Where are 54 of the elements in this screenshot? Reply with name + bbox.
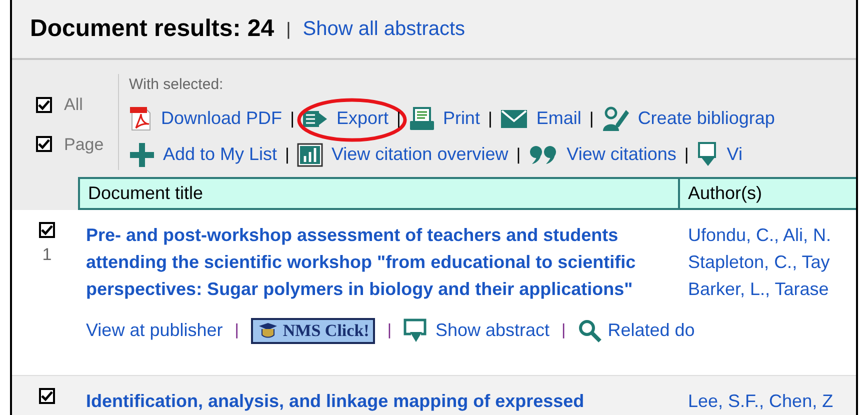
envelope-icon xyxy=(500,108,528,128)
checkbox-label: All xyxy=(64,94,83,116)
nms-click-button[interactable]: NMS Click! xyxy=(250,318,376,344)
author-names[interactable]: Lee, S.F., Chen, Z xyxy=(688,388,856,415)
author-names[interactable]: Stapleton, C., Tay xyxy=(688,249,856,276)
person-pencil-icon xyxy=(602,106,630,132)
toolbar-link[interactable]: View citations xyxy=(528,141,676,168)
author-names[interactable]: Ufondu, C., Ali, N. xyxy=(688,222,856,250)
toolbar-link[interactable]: Create bibliograp xyxy=(602,105,775,132)
document-title-link[interactable]: Identification, analysis, and linkage mapping of expressed xyxy=(86,388,640,415)
column-header[interactable]: Author(s) xyxy=(680,177,856,210)
bar-chart-icon xyxy=(297,142,324,166)
separator: | xyxy=(684,144,689,166)
pdf-icon xyxy=(129,106,153,132)
plus-icon xyxy=(129,142,155,168)
checkbox[interactable] xyxy=(36,96,52,113)
download-icon xyxy=(696,142,719,168)
abstract-icon xyxy=(403,318,430,344)
toolbar-link[interactable]: Download PDF xyxy=(129,105,282,132)
publisher-link[interactable]: View at publisher xyxy=(86,317,223,344)
checkbox-label: Page xyxy=(64,134,104,156)
separator: | xyxy=(562,320,566,341)
show-abstracts-link[interactable]: Show all abstracts xyxy=(302,14,466,44)
search-icon xyxy=(578,318,602,343)
separator: | xyxy=(488,108,492,130)
checkbox[interactable] xyxy=(39,222,55,238)
row-number: 1 xyxy=(42,244,52,266)
quote-icon xyxy=(528,144,559,164)
toolbar-link[interactable]: Export xyxy=(302,105,389,132)
toolbar-caption: With selected: xyxy=(129,75,224,95)
toolbar-link[interactable]: Vi xyxy=(696,141,742,168)
checkbox[interactable] xyxy=(36,136,52,152)
emblem-icon xyxy=(256,322,279,340)
column-header[interactable]: Document title xyxy=(78,177,680,210)
document-title-link[interactable]: Pre- and post-workshop assessment of teachers and students attending the scientific workshop "from educational to scientific perspectives: Sugar polymers in biology and their applications" xyxy=(86,222,640,304)
export-icon xyxy=(302,108,328,128)
show-abstract-link[interactable]: Show abstract xyxy=(403,317,550,344)
separator: | xyxy=(290,108,294,130)
toolbar-link[interactable]: View citation overview xyxy=(297,141,508,168)
related-link[interactable]: Related do xyxy=(578,317,695,344)
separator: | xyxy=(589,108,594,130)
separator: | xyxy=(234,320,239,341)
separator: | xyxy=(516,144,521,166)
toolbar-link[interactable]: Email xyxy=(500,105,582,132)
author-names[interactable]: Barker, L., Tarase xyxy=(688,276,856,304)
separator: | xyxy=(396,108,401,130)
separator: | xyxy=(285,144,290,166)
checkbox[interactable] xyxy=(39,388,55,404)
separator: | xyxy=(286,18,291,41)
toolbar-link[interactable]: Add to My List xyxy=(129,141,278,168)
printer-icon xyxy=(408,106,435,130)
results-heading: Document results: 24 xyxy=(30,14,274,44)
toolbar-link[interactable]: Print xyxy=(408,105,480,132)
separator: | xyxy=(387,320,392,341)
